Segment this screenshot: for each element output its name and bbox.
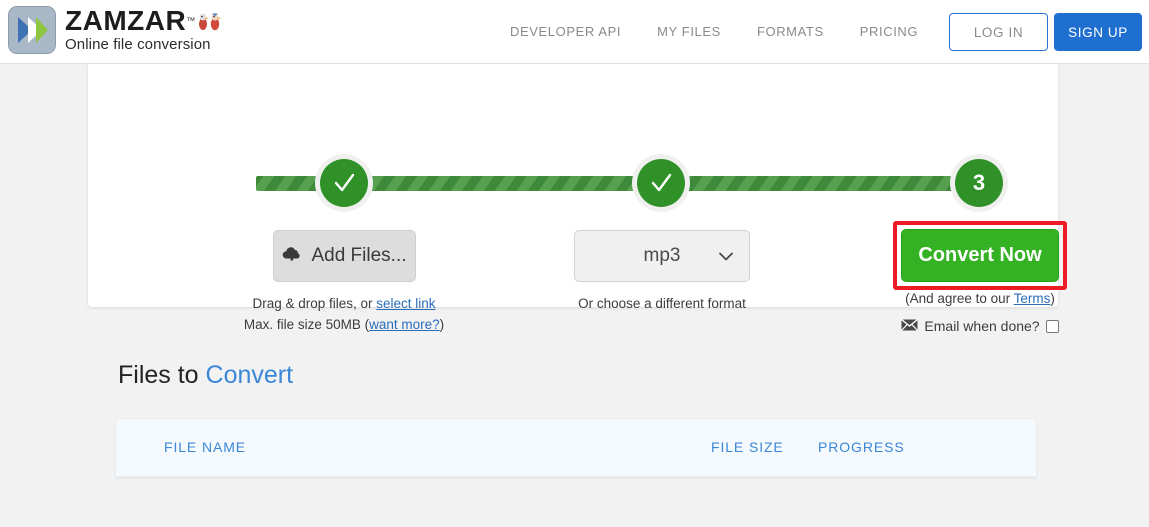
upload-hint: Drag & drop files, or select link Max. f… [218,294,470,336]
nav-item-my-files[interactable]: MY FILES [657,24,721,39]
step-indicator-1 [320,159,368,207]
main-nav: DEVELOPER API MY FILES FORMATS PRICING H… [510,24,990,39]
logo-text: ZAMZAR™ Online file conversion [65,4,222,54]
step-indicator-3: 3 [955,159,1003,207]
nav-item-developer-api[interactable]: DEVELOPER API [510,24,621,39]
column-header-file-name: FILE NAME [164,439,247,455]
step-indicator-2 [637,159,685,207]
drag-drop-text: Drag & drop files, or [252,296,377,311]
convert-now-button[interactable]: Convert Now [901,229,1059,282]
login-button[interactable]: LOG IN [949,13,1048,51]
add-files-label: Add Files... [311,245,407,266]
signup-button[interactable]: SIGN UP [1054,13,1142,51]
email-when-done-checkbox[interactable] [1045,319,1059,333]
want-more-link[interactable]: want more? [369,317,440,332]
double-chevron-logo-icon [8,6,56,54]
files-section-title: Files to Convert [118,361,293,390]
site-logo[interactable]: ZAMZAR™ Online file conversion [8,6,222,54]
step1-column: Add Files... Drag & drop files, or selec… [218,230,470,336]
add-files-button[interactable]: Add Files... [272,230,416,282]
envelope-icon [901,318,919,334]
files-title-plain: Files to [118,361,206,389]
logo-trademark: ™ [186,15,196,26]
files-table-header: FILE NAME FILE SIZE PROGRESS [116,419,1036,477]
step-number-label: 3 [972,170,986,195]
format-select-value: mp3 [643,245,681,266]
max-size-suffix: ) [439,316,445,332]
max-size-text: Max. file size 50MB ( [243,316,370,332]
terms-link[interactable]: Terms [1014,291,1051,306]
terms-prefix: (And agree to our [905,291,1014,306]
logo-tagline: Online file conversion [65,35,211,53]
files-title-accent: Convert [205,361,294,389]
page-root: ZAMZAR™ Online file conversion DEVELOPER… [0,0,1149,527]
nav-item-formats[interactable]: FORMATS [757,24,824,39]
select-link-link[interactable]: select link [376,296,435,311]
email-when-done-label: Email when done? [924,318,1040,334]
cloud-upload-icon [281,244,303,268]
column-header-file-size: FILE SIZE [711,439,784,455]
step2-column: mp3 Or choose a different format [538,230,786,315]
files-table: FILE NAME FILE SIZE PROGRESS reneelab2.w… [116,419,1036,477]
format-caption: Or choose a different format [578,296,746,311]
terms-suffix: ) [1050,291,1055,306]
email-when-done-row: Email when done? [878,318,1082,334]
logo-birds-icon [196,12,222,32]
nav-item-pricing[interactable]: PRICING [860,24,918,39]
site-header: ZAMZAR™ Online file conversion DEVELOPER… [0,0,1149,64]
chevron-down-icon [719,245,733,267]
terms-agreement: (And agree to our Terms) [878,291,1082,306]
logo-wordmark: ZAMZAR [65,4,187,36]
column-header-progress: PROGRESS [818,439,905,455]
converter-card: 3 Add Files... Drag & drop files, or sel… [88,64,1067,334]
check-icon [651,173,672,192]
check-icon [334,173,355,192]
format-select[interactable]: mp3 [574,230,750,282]
